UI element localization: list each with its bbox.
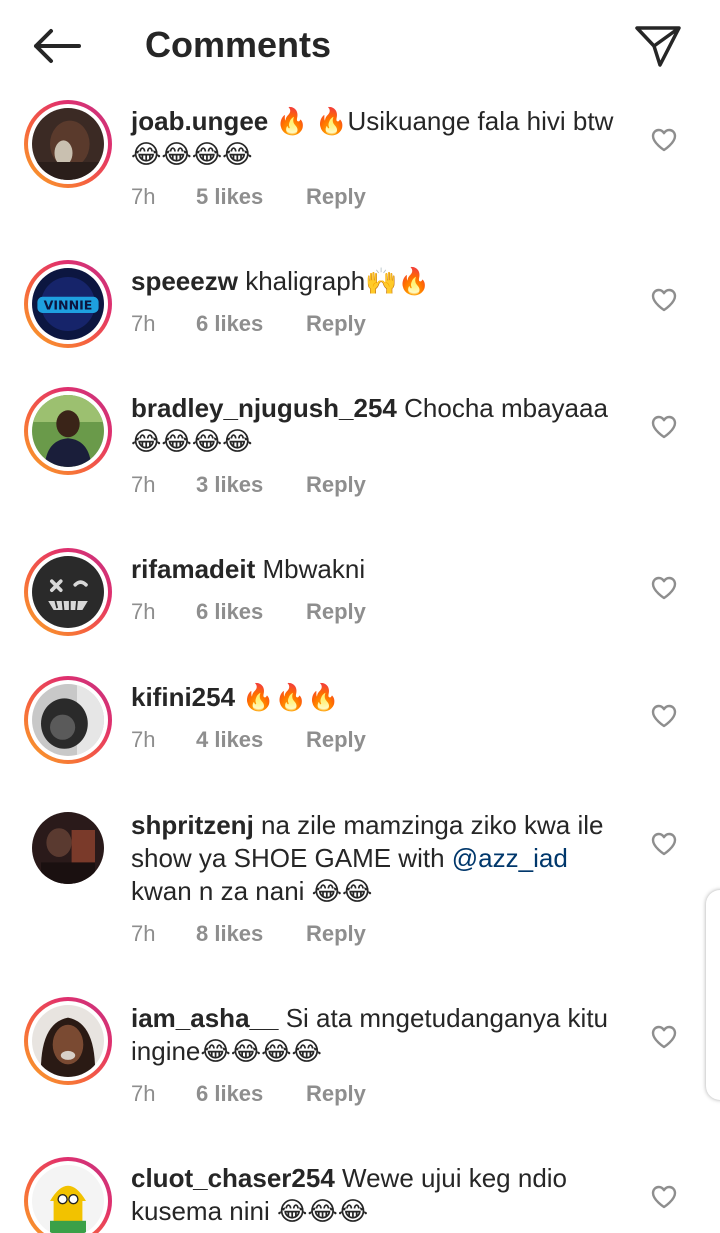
comment-body: bradley_njugush_254 Chocha mbayaaa 😂😂😂😂 <box>131 392 631 458</box>
comment-body: joab.ungee 🔥 🔥Usikuange fala hivi btw😂😂😂… <box>131 105 631 171</box>
comment-time: 7h <box>131 921 156 946</box>
avatar[interactable] <box>24 1157 112 1233</box>
heart-outline-icon <box>651 288 677 312</box>
comment-username[interactable]: joab.ungee <box>131 106 268 136</box>
comment-username[interactable]: cluot_chaser254 <box>131 1163 335 1193</box>
like-button[interactable] <box>648 572 680 604</box>
comment-likes[interactable]: 5 likes <box>196 182 306 212</box>
edge-panel-handle[interactable] <box>706 890 720 1100</box>
avatar[interactable] <box>32 812 104 884</box>
avatar[interactable]: VINNIE <box>24 260 112 348</box>
reply-button[interactable]: Reply <box>306 309 366 339</box>
comment-body: kifini254 🔥🔥🔥 <box>131 681 631 714</box>
heart-outline-icon <box>651 415 677 439</box>
like-button[interactable] <box>648 1021 680 1053</box>
arrow-left-icon <box>34 29 81 63</box>
comment-body: speeezw khaligraph🙌🔥 <box>131 265 631 298</box>
page-title: Comments <box>145 24 332 65</box>
heart-outline-icon <box>651 1025 677 1049</box>
comment-time: 7h <box>131 184 156 209</box>
comment-likes[interactable]: 6 likes <box>196 309 306 339</box>
avatar[interactable] <box>24 100 112 188</box>
like-button[interactable] <box>648 1181 680 1213</box>
comment-body: cluot_chaser254 Wewe ujui keg ndio kusem… <box>131 1162 631 1228</box>
reply-button[interactable]: Reply <box>306 725 366 755</box>
comment-likes[interactable]: 4 likes <box>196 725 306 755</box>
comment-time: 7h <box>131 1081 156 1106</box>
comment-body: shpritzenj na zile mamzinga ziko kwa ile… <box>131 809 631 908</box>
comment-time: 7h <box>131 311 156 336</box>
svg-text:VINNIE: VINNIE <box>44 297 93 312</box>
like-button[interactable] <box>648 411 680 443</box>
share-button[interactable] <box>630 20 686 72</box>
comment-likes[interactable]: 3 likes <box>196 470 306 500</box>
reply-button[interactable]: Reply <box>306 919 366 949</box>
like-button[interactable] <box>648 284 680 316</box>
comment-body: rifamadeit Mbwakni <box>131 553 631 586</box>
comment-meta: 7h 6 likes Reply <box>131 309 366 339</box>
comment-username[interactable]: kifini254 <box>131 682 235 712</box>
comment-meta: 7h 6 likes Reply <box>131 1079 366 1109</box>
comment-meta: 7h 8 likes Reply <box>131 919 366 949</box>
comment-text: Mbwakni <box>262 554 366 584</box>
heart-outline-icon <box>651 832 677 856</box>
comment-body: iam_asha__ Si ata mngetudanganya kitu in… <box>131 1002 631 1068</box>
comment-username[interactable]: shpritzenj <box>131 810 254 840</box>
back-button[interactable] <box>28 22 84 70</box>
reply-button[interactable]: Reply <box>306 182 366 212</box>
comment-meta: 7h 6 likes Reply <box>131 597 366 627</box>
reply-button[interactable]: Reply <box>306 1079 366 1109</box>
comment-username[interactable]: bradley_njugush_254 <box>131 393 397 423</box>
reply-button[interactable]: Reply <box>306 597 366 627</box>
comment-likes[interactable]: 6 likes <box>196 597 306 627</box>
heart-outline-icon <box>651 704 677 728</box>
comment-text: khaligraph🙌🔥 <box>245 266 430 296</box>
heart-outline-icon <box>651 1185 677 1209</box>
comment-meta: 7h 5 likes Reply <box>131 182 366 212</box>
comment-username[interactable]: iam_asha__ <box>131 1003 278 1033</box>
avatar[interactable] <box>24 548 112 636</box>
like-button[interactable] <box>648 124 680 156</box>
avatar[interactable] <box>24 387 112 475</box>
comment-likes[interactable]: 8 likes <box>196 919 306 949</box>
reply-button[interactable]: Reply <box>306 470 366 500</box>
comment-text: kwan n za nani 😂😂 <box>131 876 373 906</box>
comment-time: 7h <box>131 599 156 624</box>
avatar[interactable] <box>24 997 112 1085</box>
paper-plane-icon <box>635 26 681 67</box>
heart-outline-icon <box>651 128 677 152</box>
comment-likes[interactable]: 6 likes <box>196 1079 306 1109</box>
comment-meta: 7h 3 likes Reply <box>131 470 366 500</box>
comment-time: 7h <box>131 472 156 497</box>
comment-username[interactable]: speeezw <box>131 266 238 296</box>
top-bar: Comments <box>0 0 720 92</box>
avatar[interactable] <box>24 676 112 764</box>
comment-meta: 7h 4 likes Reply <box>131 725 366 755</box>
comment-username[interactable]: rifamadeit <box>131 554 255 584</box>
mention-link[interactable]: @azz_iad <box>452 843 568 873</box>
comment-text: 🔥🔥🔥 <box>242 682 340 712</box>
like-button[interactable] <box>648 700 680 732</box>
like-button[interactable] <box>648 828 680 860</box>
comment-time: 7h <box>131 727 156 752</box>
heart-outline-icon <box>651 576 677 600</box>
